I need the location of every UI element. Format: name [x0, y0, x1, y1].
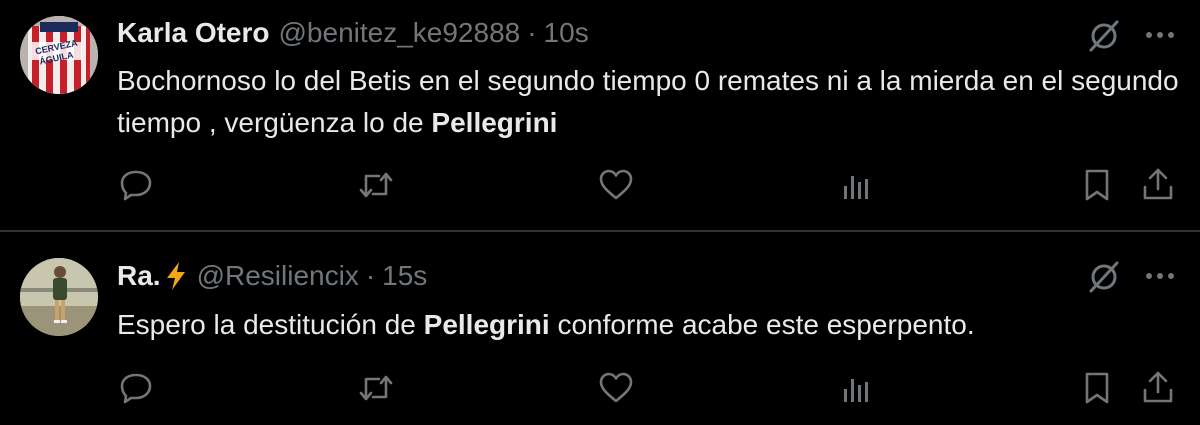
retweet-icon[interactable]: [357, 168, 395, 202]
tweet-text-part: Bochornoso lo del Betis en el segundo ti…: [117, 65, 1179, 138]
reply-icon[interactable]: [119, 371, 153, 405]
tweet-text-part: Espero la destitución de: [117, 309, 424, 340]
author-name[interactable]: Karla Otero: [117, 17, 270, 49]
tweet-text-bold: Pellegrini: [431, 107, 558, 138]
author-handle[interactable]: @Resiliencix: [197, 260, 359, 292]
tweet-header: Ra. @Resiliencix · 15s: [117, 258, 427, 294]
tweet-text-part: conforme acabe este esperpento.: [549, 309, 975, 340]
tweet-header: Karla Otero @benitez_ke92888 · 10s: [117, 15, 589, 51]
more-icon[interactable]: [1142, 24, 1178, 46]
avatar[interactable]: CERVEZA ÁGUILA: [20, 16, 98, 94]
reply-icon[interactable]: [119, 168, 153, 202]
views-icon[interactable]: [840, 371, 874, 405]
bookmark-icon[interactable]: [1082, 371, 1112, 405]
author-handle[interactable]: @benitez_ke92888: [279, 17, 521, 49]
more-icon[interactable]: [1142, 265, 1178, 287]
author-name[interactable]: Ra.: [117, 260, 161, 292]
bookmark-icon[interactable]: [1082, 168, 1112, 202]
timestamp[interactable]: 10s: [544, 17, 589, 49]
share-icon[interactable]: [1141, 167, 1175, 201]
lightning-bolt-icon: [164, 261, 188, 291]
tweet-text: Bochornoso lo del Betis en el segundo ti…: [117, 60, 1182, 144]
retweet-icon[interactable]: [357, 371, 395, 405]
views-icon[interactable]: [840, 168, 874, 202]
share-icon[interactable]: [1141, 370, 1175, 404]
timestamp[interactable]: 15s: [382, 260, 427, 292]
separator-dot: ·: [527, 17, 537, 48]
separator-dot: ·: [365, 260, 376, 291]
like-icon[interactable]: [598, 371, 634, 405]
grok-slash-icon[interactable]: [1086, 17, 1122, 53]
avatar[interactable]: [20, 258, 98, 336]
like-icon[interactable]: [598, 168, 634, 202]
tweet-text-bold: Pellegrini: [423, 309, 550, 340]
tweet-text: Espero la destitución de Pellegrini conf…: [117, 304, 1182, 346]
grok-slash-icon[interactable]: [1086, 258, 1122, 294]
